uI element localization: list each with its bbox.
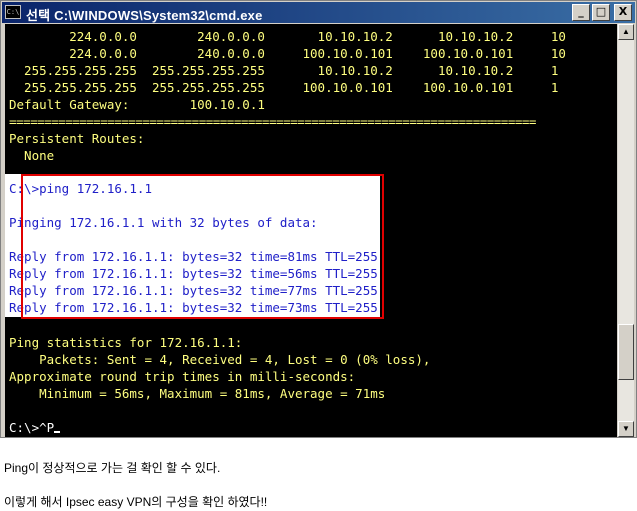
minmax-line: Minimum = 56ms, Maximum = 81ms, Average …: [9, 386, 386, 401]
scroll-down-button[interactable]: ▼: [618, 421, 634, 437]
persistent-routes-value: None: [9, 148, 55, 163]
persistent-routes-label: Persistent Routes:: [9, 131, 145, 146]
route-line: 255.255.255.255 255.255.255.255 100.10.0…: [9, 80, 559, 95]
cmd-window: C:\ 선택 C:\WINDOWS\System32\cmd.exe _ □ X…: [0, 0, 637, 438]
default-gateway-line: Default Gateway: 100.10.0.1: [9, 97, 265, 112]
title-bar[interactable]: C:\ 선택 C:\WINDOWS\System32\cmd.exe _ □ X: [2, 2, 635, 23]
close-button[interactable]: X: [614, 4, 632, 21]
highlight-rectangle: [21, 174, 384, 319]
scroll-up-button[interactable]: ▲: [618, 24, 634, 40]
scroll-thumb[interactable]: [618, 324, 634, 380]
prompt-text: C:\>^P: [9, 420, 55, 435]
route-line: 255.255.255.255 255.255.255.255 10.10.10…: [9, 63, 559, 78]
console-output[interactable]: 224.0.0.0 240.0.0.0 10.10.10.2 10.10.10.…: [5, 24, 617, 437]
maximize-button[interactable]: □: [592, 4, 610, 21]
stats-header-line: Ping statistics for 172.16.1.1:: [9, 335, 243, 350]
window-controls: _ □ X: [572, 4, 632, 21]
separator-line: ========================================…: [9, 114, 536, 129]
minimize-button[interactable]: _: [572, 4, 590, 21]
route-line: 224.0.0.0 240.0.0.0 10.10.10.2 10.10.10.…: [9, 29, 566, 44]
caption-line-1: Ping이 정상적으로 가는 걸 확인 할 수 있다.: [4, 461, 221, 475]
vertical-scrollbar[interactable]: ▲ ▼: [618, 24, 634, 437]
window-title: 선택 C:\WINDOWS\System32\cmd.exe: [26, 8, 263, 23]
route-line: 224.0.0.0 240.0.0.0 100.10.0.101 100.10.…: [9, 46, 566, 61]
prompt-line: C:\>^P: [9, 419, 61, 436]
caption-line-2: 이렇게 해서 Ipsec easy VPN의 구성을 확인 하였다!!: [4, 495, 268, 509]
packets-line: Packets: Sent = 4, Received = 4, Lost = …: [9, 352, 431, 367]
approx-line: Approximate round trip times in milli-se…: [9, 369, 356, 384]
cmd-icon: C:\: [5, 5, 21, 19]
text-cursor: [54, 431, 61, 433]
